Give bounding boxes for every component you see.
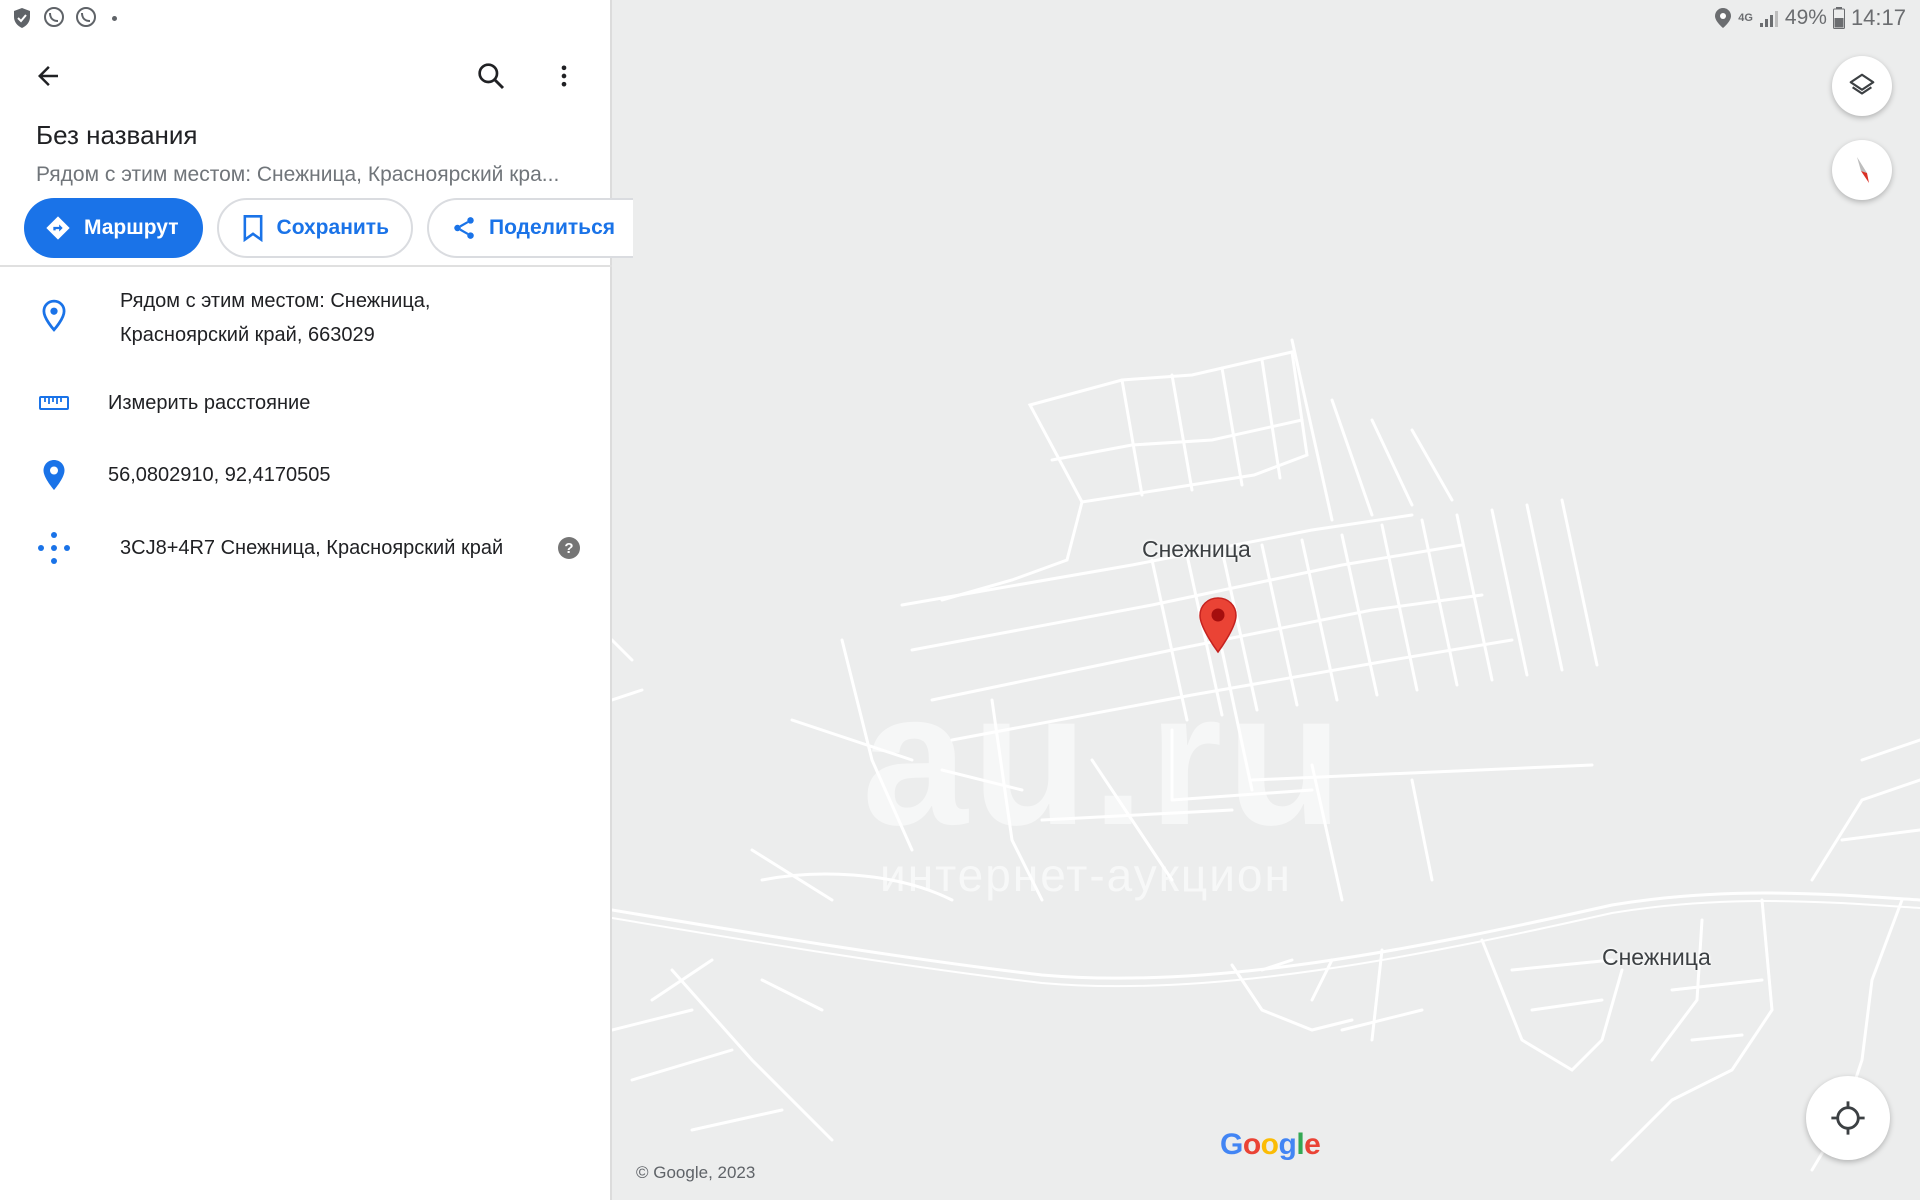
directions-icon xyxy=(46,216,70,240)
battery-icon xyxy=(1832,7,1845,29)
route-label: Маршрут xyxy=(84,216,179,239)
arrow-back-icon xyxy=(38,66,58,86)
measure-distance-label: Измерить расстояние xyxy=(108,392,311,414)
battery-percent: 49% xyxy=(1784,6,1827,29)
measure-distance-row[interactable]: Измерить расстояние xyxy=(0,385,612,421)
address-line-1: Рядом с этим местом: Снежница, xyxy=(120,290,431,312)
coordinates-row[interactable]: 56,0802910, 92,4170505 xyxy=(0,457,612,493)
location-pin-filled-icon xyxy=(43,460,65,490)
network-type: 4G xyxy=(1738,12,1753,24)
back-button[interactable] xyxy=(24,52,72,100)
watermark-subtitle: интернет-аукцион xyxy=(880,849,1292,901)
save-label: Сохранить xyxy=(276,216,389,239)
place-subtitle: Рядом с этим местом: Снежница, Красноярс… xyxy=(36,163,560,186)
ruler-icon-wrap xyxy=(36,385,72,421)
address-line-2: Красноярский край, 663029 xyxy=(120,324,375,346)
layers-icon xyxy=(1849,73,1875,95)
clock: 14:17 xyxy=(1850,5,1906,30)
more-vert-icon xyxy=(561,65,567,87)
more-options-button[interactable] xyxy=(540,52,588,100)
compass-button[interactable] xyxy=(1832,140,1892,200)
save-button[interactable]: Сохранить xyxy=(216,198,413,258)
watermark: au.ru xyxy=(862,653,1347,865)
signal-icon xyxy=(1759,11,1778,27)
address-text: Рядом с этим местом: Снежница, Красноярс… xyxy=(120,284,430,352)
share-icon xyxy=(454,217,474,239)
my-location-icon xyxy=(1831,1101,1865,1135)
ruler-icon xyxy=(39,396,69,410)
share-label: Поделиться xyxy=(488,216,616,239)
notification-dot-icon xyxy=(112,15,117,21)
search-button[interactable] xyxy=(467,52,515,100)
search-icon xyxy=(478,63,505,90)
divider xyxy=(0,265,612,267)
dropped-pin-icon[interactable] xyxy=(1197,596,1239,654)
coordinates-text: 56,0802910, 92,4170505 xyxy=(108,464,331,486)
plus-code-icon-wrap xyxy=(36,530,72,566)
google-logo: Google xyxy=(1220,1128,1321,1161)
place-details-panel: Без названия Рядом с этим местом: Снежни… xyxy=(0,0,634,1200)
help-icon[interactable]: ? xyxy=(558,537,580,559)
location-icon xyxy=(1715,8,1732,28)
viber-icon xyxy=(76,7,96,27)
coords-icon-wrap xyxy=(36,457,72,493)
town-label-main[interactable]: Снежница xyxy=(1142,536,1251,563)
town-label-east[interactable]: Снежница xyxy=(1602,944,1711,971)
place-title: Без названия xyxy=(36,120,198,150)
my-location-button[interactable] xyxy=(1806,1076,1890,1160)
action-chips: Маршрут Сохранить Поделиться xyxy=(24,198,634,258)
viber-icon xyxy=(44,7,64,27)
place-icon-wrap xyxy=(36,298,72,334)
share-button[interactable]: Поделиться xyxy=(426,198,634,258)
layers-button[interactable] xyxy=(1832,56,1892,116)
copyright-text: © Google, 2023 xyxy=(636,1163,756,1182)
status-bar-left xyxy=(10,6,117,30)
bookmark-icon xyxy=(243,215,262,242)
road-network xyxy=(612,338,1920,1172)
compass-icon xyxy=(1857,157,1869,183)
shield-icon xyxy=(14,8,30,28)
plus-code-icon xyxy=(38,532,70,564)
plus-code-text: 3CJ8+4R7 Снежница, Красноярский край xyxy=(120,537,504,559)
status-bar-right: 4G 49% 14:17 xyxy=(1714,5,1906,30)
map-view[interactable]: au.ru интернет-аукцион Снежница Снежница… xyxy=(612,0,1920,1200)
address-row[interactable]: Рядом с этим местом: Снежница, Красноярс… xyxy=(0,282,612,354)
plus-code-row[interactable]: 3CJ8+4R7 Снежница, Красноярский край ? xyxy=(0,530,612,566)
route-button[interactable]: Маршрут xyxy=(24,198,203,258)
location-pin-outline-icon xyxy=(42,299,66,332)
